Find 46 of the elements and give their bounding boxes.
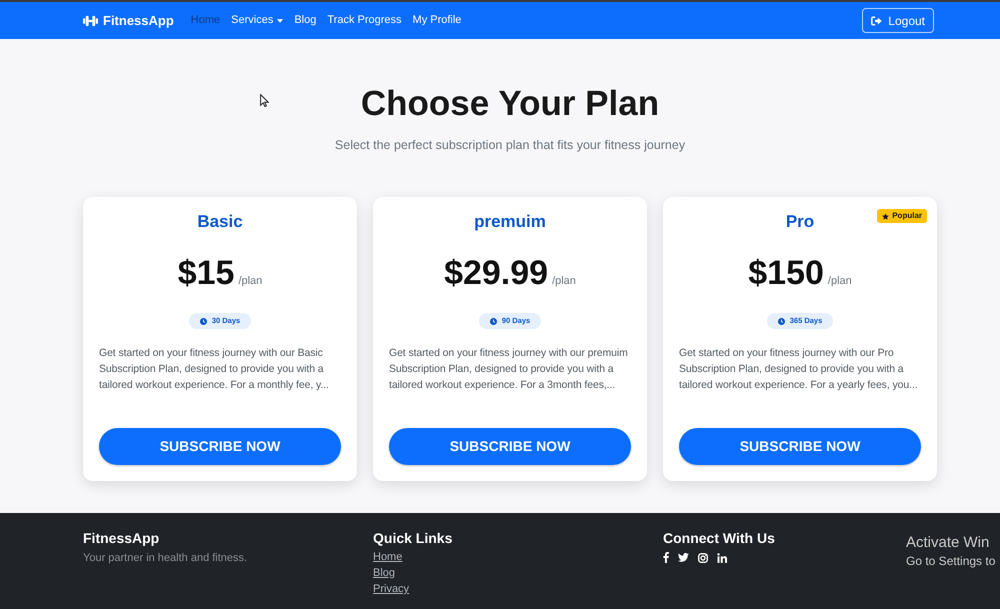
logout-button[interactable]: Logout — [862, 8, 934, 33]
footer-tagline: Your partner in health and fitness. — [83, 551, 248, 565]
instagram-icon[interactable] — [698, 552, 708, 562]
footer-link[interactable]: Blog — [373, 565, 396, 581]
footer-link[interactable]: Privacy — [373, 581, 410, 597]
plan-description: Get started on your fitness journey with our premuim Subscription Plan, designed to provide you with a tailored workout experience. For a 3month fees,... — [389, 346, 629, 393]
subscribe-button[interactable]: SUBSCRIBE NOW — [389, 428, 631, 465]
plan-description: Get started on your fitness journey with our Basic Subscription Plan, designed to provide you with a tailored workout experience. For a monthly fee, y... — [99, 346, 330, 393]
subscribe-button[interactable]: SUBSCRIBE NOW — [679, 428, 921, 465]
nav-link[interactable]: Services — [226, 12, 288, 29]
nav-link[interactable]: Track Progress — [322, 12, 407, 29]
page-heading: Choose Your Plan — [360, 83, 660, 125]
plan-description: Get started on your fitness journey with our Pro Subscription Plan, designed to provide you with a tailored workout experience. For a yearly fees, you... — [679, 346, 919, 393]
plan-name: premuim — [474, 211, 546, 233]
plan-name: Pro — [786, 211, 814, 233]
twitter-bird-icon[interactable] — [678, 553, 689, 562]
clock-icon — [490, 318, 497, 324]
activation-notice-title: Activate Win — [906, 533, 990, 553]
clock-icon — [200, 318, 207, 324]
brand-link[interactable]: FitnessApp — [83, 10, 174, 30]
activation-notice-text: Go to Settings to — [906, 553, 996, 569]
plan-price: $29.99 — [444, 253, 548, 293]
plan-name: Basic — [197, 211, 243, 233]
footer-heading: FitnessApp — [83, 529, 160, 547]
price-period: /plan — [552, 274, 576, 289]
linkedin-icon[interactable] — [717, 552, 727, 562]
facebook-icon[interactable] — [663, 552, 669, 563]
nav-link[interactable]: Blog — [289, 12, 322, 29]
star-icon — [882, 212, 890, 220]
plan-price: $150 — [748, 253, 824, 293]
nav-link[interactable]: My Profile — [408, 12, 466, 29]
popular-badge: Popular — [877, 209, 927, 223]
subscribe-button[interactable]: SUBSCRIBE NOW — [99, 428, 341, 465]
logout-icon — [871, 16, 882, 26]
price-period: /plan — [828, 274, 852, 289]
caret-down-icon — [277, 18, 284, 22]
footer-heading: Quick Links — [373, 529, 452, 547]
footer-link[interactable]: Home — [373, 549, 402, 565]
footer-heading: Connect With Us — [663, 529, 775, 547]
plan-price: $15 — [178, 253, 234, 293]
nav-link[interactable]: Home — [186, 12, 226, 29]
price-period: /plan — [238, 274, 262, 289]
dumbbell-icon — [83, 14, 98, 26]
page-subtitle: Select the perfect subscription plan that fits your fitness journey — [334, 137, 686, 154]
mouse-cursor-icon — [260, 94, 269, 107]
clock-icon — [778, 318, 785, 324]
